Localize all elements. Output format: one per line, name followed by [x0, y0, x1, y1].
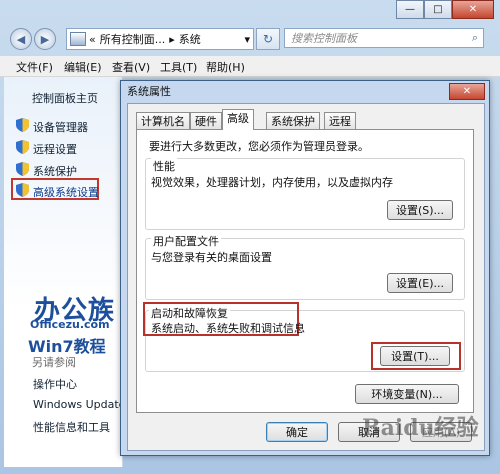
back-button[interactable]: ◀: [10, 28, 32, 50]
baidu-watermark: Baidu经验: [362, 415, 479, 441]
link-remote-settings[interactable]: 远程设置: [33, 141, 77, 157]
startup-recovery-settings-button[interactable]: 设置(T)...: [380, 346, 450, 366]
address-overflow[interactable]: «: [89, 33, 96, 46]
menu-edit[interactable]: 编辑(E): [64, 59, 102, 75]
shield-icon: [16, 140, 29, 157]
address-bar[interactable]: « 所有控制面... ▸ 系统 ▾: [66, 28, 254, 50]
link-action-center[interactable]: 操作中心: [33, 376, 77, 392]
breadcrumb-all-control-panel[interactable]: 所有控制面...: [100, 31, 166, 47]
advanced-tab-panel: 要进行大多数更改，您必须作为管理员登录。 性能 视觉效果，处理器计划，内存使用，…: [136, 129, 474, 413]
menu-bar: 文件(F) 编辑(E) 查看(V) 工具(T) 帮助(H): [0, 56, 500, 77]
user-profiles-settings-button[interactable]: 设置(E)...: [387, 273, 453, 293]
tab-advanced[interactable]: 高级: [222, 109, 254, 130]
user-profiles-title: 用户配置文件: [151, 233, 221, 249]
startup-recovery-desc: 系统启动、系统失败和调试信息: [151, 322, 305, 335]
dialog-title: 系统属性: [127, 85, 171, 98]
close-button[interactable]: ✕: [452, 0, 494, 19]
menu-tools[interactable]: 工具(T): [160, 59, 197, 75]
tab-computer-name[interactable]: 计算机名: [136, 112, 190, 129]
shield-icon: [16, 118, 29, 135]
maximize-button[interactable]: □: [424, 0, 452, 19]
dialog-close-button[interactable]: ✕: [449, 83, 485, 100]
tab-remote[interactable]: 远程: [324, 112, 356, 129]
close-icon: ✕: [462, 86, 472, 97]
close-icon: ✕: [468, 4, 478, 15]
menu-file[interactable]: 文件(F): [16, 59, 53, 75]
see-also-heading: 另请参阅: [32, 356, 76, 369]
link-device-manager[interactable]: 设备管理器: [33, 119, 88, 135]
performance-desc: 视觉效果，处理器计划，内存使用，以及虚拟内存: [151, 176, 393, 189]
system-properties-dialog: 系统属性 ✕ 计算机名 硬件 高级 系统保护 远程 要进行大多数更改，您必须作为…: [120, 80, 490, 456]
tab-hardware[interactable]: 硬件: [190, 112, 222, 129]
control-panel-home-link[interactable]: 控制面板主页: [32, 90, 98, 106]
menu-help[interactable]: 帮助(H): [206, 59, 245, 75]
forward-button[interactable]: ▶: [34, 28, 56, 50]
environment-variables-button[interactable]: 环境变量(N)...: [355, 384, 459, 404]
minimize-icon: —: [405, 4, 415, 15]
link-system-protection[interactable]: 系统保护: [33, 163, 77, 179]
refresh-icon: ↻: [262, 32, 274, 46]
forward-arrow-icon: ▶: [40, 32, 50, 46]
shield-icon: [16, 162, 29, 179]
minimize-button[interactable]: —: [396, 0, 424, 19]
ok-button[interactable]: 确定: [266, 422, 328, 442]
startup-recovery-title: 启动和故障恢复: [149, 305, 230, 321]
nav-buttons: ◀ ▶: [10, 28, 56, 50]
address-dropdown-icon[interactable]: ▾: [244, 33, 250, 46]
maximize-icon: □: [433, 4, 443, 15]
search-input[interactable]: 搜索控制面板 ⌕: [284, 28, 484, 48]
breadcrumb-separator-icon[interactable]: ▸: [169, 33, 175, 46]
search-placeholder: 搜索控制面板: [291, 32, 357, 45]
dialog-body: 计算机名 硬件 高级 系统保护 远程 要进行大多数更改，您必须作为管理员登录。 …: [127, 103, 485, 451]
breadcrumb-system[interactable]: 系统: [179, 31, 201, 47]
performance-title: 性能: [151, 158, 177, 174]
performance-settings-button[interactable]: 设置(S)...: [387, 200, 453, 220]
window-controls: — □ ✕: [396, 0, 494, 19]
refresh-button[interactable]: ↻: [256, 28, 280, 50]
admin-note: 要进行大多数更改，您必须作为管理员登录。: [149, 140, 369, 153]
back-arrow-icon: ◀: [16, 32, 26, 46]
link-advanced-system-settings[interactable]: 高级系统设置: [33, 184, 99, 200]
link-windows-update[interactable]: Windows Update: [33, 398, 125, 411]
menu-view[interactable]: 查看(V): [112, 59, 150, 75]
link-performance-info[interactable]: 性能信息和工具: [33, 419, 110, 435]
tab-system-protection[interactable]: 系统保护: [266, 112, 320, 129]
shield-icon: [16, 183, 29, 200]
brand-logo-site: Officezu.com: [30, 318, 110, 331]
control-panel-icon: [70, 32, 86, 46]
search-icon: ⌕: [471, 31, 478, 44]
user-profiles-desc: 与您登录有关的桌面设置: [151, 251, 272, 264]
